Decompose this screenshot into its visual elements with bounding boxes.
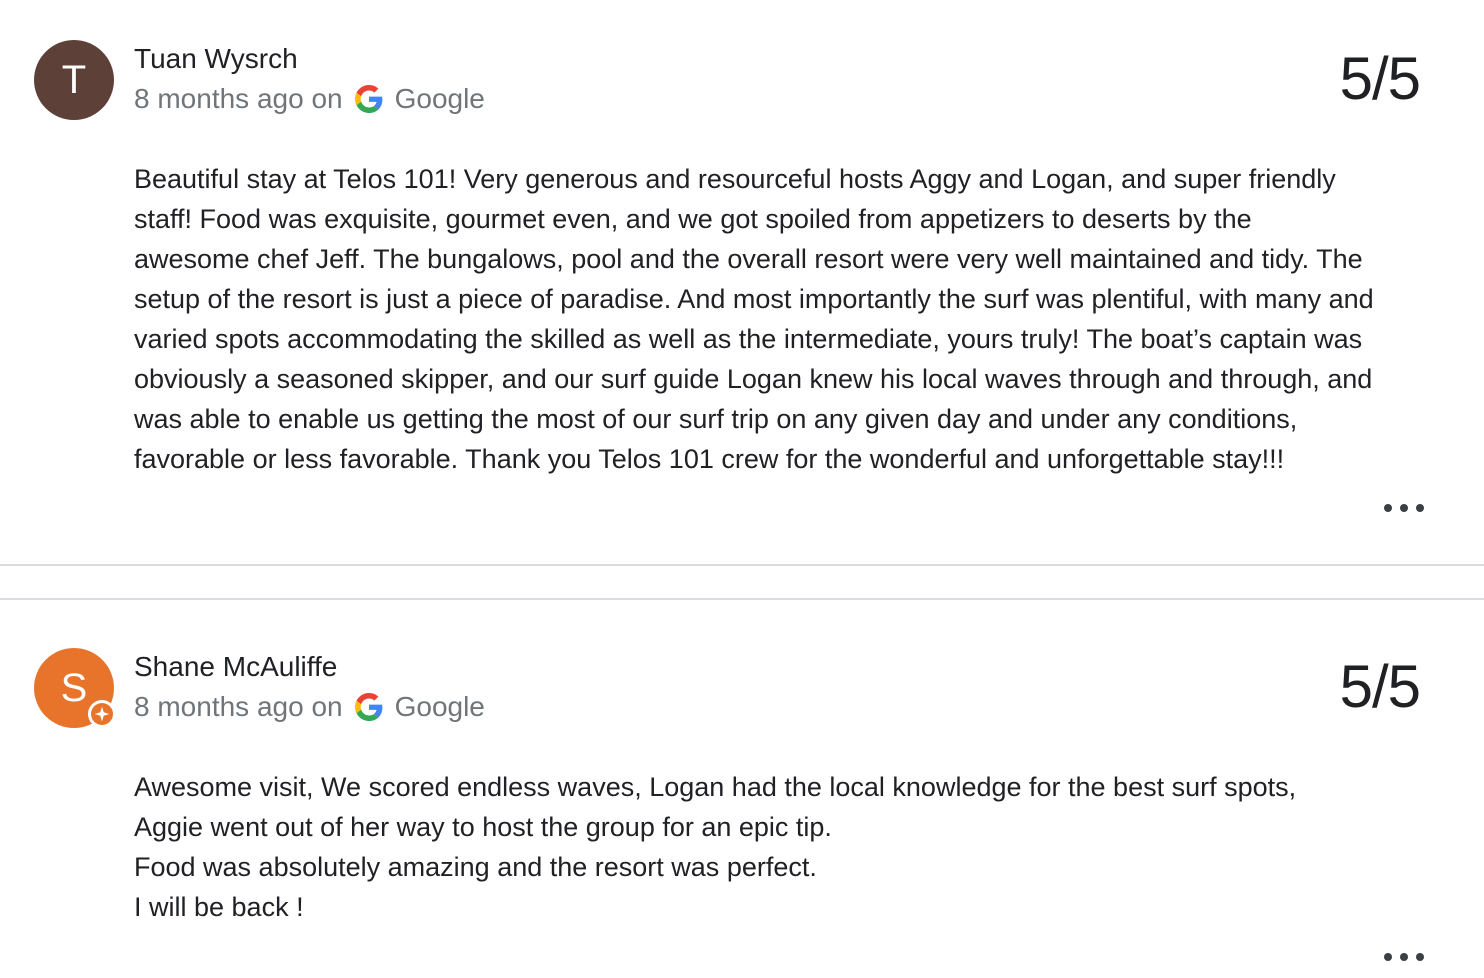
review-text: Beautiful stay at Telos 101! Very genero… — [134, 164, 1374, 474]
avatar[interactable]: T — [34, 40, 114, 120]
avatar[interactable]: S — [34, 648, 116, 728]
reviews-list: T Tuan Wysrch 8 months ago on Google 5/5… — [0, 0, 1484, 978]
review-source: Google — [394, 691, 485, 722]
review-score: 5/5 — [1339, 653, 1421, 720]
avatar-letter: S — [60, 666, 88, 710]
reviewer-name[interactable]: Tuan Wysrch — [134, 43, 298, 75]
review-score: 5/5 — [1339, 45, 1421, 112]
review-card: T Tuan Wysrch 8 months ago on Google 5/5… — [0, 0, 1484, 566]
more-horiz-icon[interactable] — [1384, 502, 1424, 514]
reviewer-name[interactable]: Shane McAuliffe — [134, 651, 337, 683]
review-meta: 8 months ago on Google — [134, 689, 485, 725]
more-horiz-icon[interactable] — [1384, 951, 1424, 963]
avatar-letter: T — [61, 58, 87, 102]
local-guide-star-icon — [94, 706, 110, 722]
review-time: 8 months ago on — [134, 691, 343, 722]
review-meta: 8 months ago on Google — [134, 81, 485, 117]
local-guide-badge — [88, 700, 116, 728]
review-source: Google — [394, 83, 485, 114]
review-time: 8 months ago on — [134, 83, 343, 114]
google-logo-icon — [354, 693, 382, 721]
divider — [0, 564, 1484, 566]
review-text: Awesome visit, We scored endless waves, … — [134, 772, 1297, 922]
review-card: S Shane McAuliffe 8 months ago on Google… — [0, 600, 1484, 978]
google-logo-icon — [354, 85, 382, 113]
